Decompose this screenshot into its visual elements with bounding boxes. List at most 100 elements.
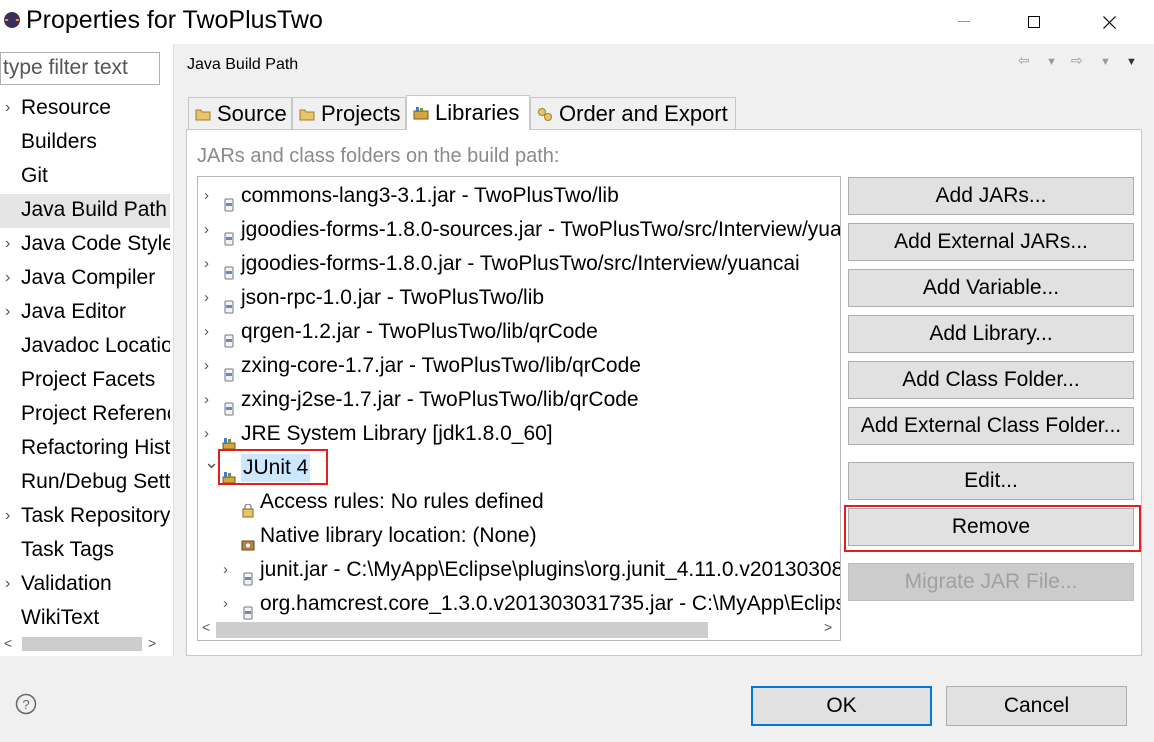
eclipse-app-icon: [4, 12, 20, 28]
chevron-right-icon[interactable]: ›: [5, 500, 15, 532]
nav-item-java-editor[interactable]: › Java Editor: [0, 296, 170, 330]
add-variable-button[interactable]: Add Variable...: [848, 269, 1134, 307]
minimize-icon: [958, 21, 970, 22]
add-external-jars-button[interactable]: Add External JARs...: [848, 223, 1134, 261]
source-folder-icon: [195, 109, 211, 120]
add-library-button[interactable]: Add Library...: [848, 315, 1134, 353]
tree-row[interactable]: › org.hamcrest.core_1.3.0.v201303031735.j…: [198, 587, 840, 621]
nav-item-label: Javadoc Location: [21, 334, 170, 357]
close-button[interactable]: [1086, 0, 1132, 44]
filter-field[interactable]: [0, 52, 160, 85]
forward-arrow-icon[interactable]: ⇨: [1071, 52, 1083, 69]
nav-item-javadoc-location[interactable]: Javadoc Location: [0, 330, 170, 364]
remove-button[interactable]: Remove: [848, 508, 1134, 546]
tab-source[interactable]: Source: [188, 97, 292, 129]
nav-horizontal-scrollbar[interactable]: < >: [0, 633, 173, 655]
tree-row-label: JRE System Library [jdk1.8.0_60]: [241, 422, 553, 445]
nav-item-java-code-style[interactable]: › Java Code Style: [0, 228, 170, 262]
chevron-right-icon[interactable]: ›: [204, 315, 216, 349]
tree-row[interactable]: › JRE System Library [jdk1.8.0_60]: [198, 417, 838, 451]
scroll-right-icon[interactable]: >: [824, 619, 832, 635]
tree-row[interactable]: › zxing-core-1.7.jar - TwoPlusTwo/lib/qrC…: [198, 349, 838, 383]
tree-row[interactable]: › jgoodies-forms-1.8.0-sources.jar - TwoP…: [198, 213, 841, 247]
chevron-right-icon[interactable]: ›: [204, 179, 216, 213]
chevron-right-icon[interactable]: ›: [5, 92, 15, 124]
nav-item-project-facets[interactable]: Project Facets: [0, 364, 170, 398]
scroll-thumb[interactable]: [22, 637, 142, 651]
add-external-class-folder-button[interactable]: Add External Class Folder...: [848, 407, 1134, 445]
help-icon[interactable]: ?: [15, 693, 37, 715]
scroll-right-icon[interactable]: >: [148, 635, 156, 651]
scroll-left-icon[interactable]: <: [202, 619, 210, 635]
nav-item-java-build-path[interactable]: Java Build Path: [0, 194, 170, 228]
scroll-left-icon[interactable]: <: [4, 635, 12, 651]
nav-item-git[interactable]: Git: [0, 160, 170, 194]
tree-row[interactable]: › commons-lang3-3.1.jar - TwoPlusTwo/lib: [198, 179, 838, 213]
access-rules-icon: [241, 495, 255, 518]
view-menu-icon[interactable]: ▼: [1126, 56, 1137, 68]
chevron-right-icon[interactable]: ›: [204, 281, 216, 315]
chevron-right-icon[interactable]: ›: [223, 553, 235, 587]
tree-row[interactable]: Native library location: (None): [198, 519, 838, 553]
tree-row[interactable]: › json-rpc-1.0.jar - TwoPlusTwo/lib: [198, 281, 838, 315]
tree-row-label: jgoodies-forms-1.8.0-sources.jar - TwoPl…: [241, 218, 841, 241]
nav-item-task-repository[interactable]: › Task Repository: [0, 500, 170, 534]
tab-projects[interactable]: Projects: [292, 97, 406, 129]
tree-row-label: commons-lang3-3.1.jar - TwoPlusTwo/lib: [241, 184, 619, 207]
nav-item-validation[interactable]: › Validation: [0, 568, 170, 602]
tab-order-and-export[interactable]: Order and Export: [530, 97, 736, 129]
add-jars-button[interactable]: Add JARs...: [848, 177, 1134, 215]
chevron-right-icon[interactable]: ›: [5, 568, 15, 600]
nav-item-java-compiler[interactable]: › Java Compiler: [0, 262, 170, 296]
tree-row[interactable]: › junit.jar - C:\MyApp\Eclipse\plugins\or…: [198, 553, 840, 587]
nav-item-refactoring-history[interactable]: Refactoring History: [0, 432, 170, 466]
chevron-down-icon[interactable]: ⌄: [204, 445, 219, 479]
library-icon: [222, 427, 236, 450]
add-class-folder-button[interactable]: Add Class Folder...: [848, 361, 1134, 399]
maximize-button[interactable]: [1011, 0, 1057, 44]
nav-item-project-references[interactable]: Project References: [0, 398, 170, 432]
chevron-right-icon[interactable]: ›: [204, 247, 216, 281]
jar-icon: [222, 325, 236, 348]
nav-item-builders[interactable]: Builders: [0, 126, 170, 160]
chevron-right-icon[interactable]: ›: [5, 228, 15, 260]
forward-menu-icon[interactable]: ▼: [1100, 56, 1111, 68]
minimize-button[interactable]: [941, 0, 987, 44]
page-title: Java Build Path: [187, 56, 299, 73]
nav-item-label: Task Repository: [21, 504, 170, 527]
tree-row-label: zxing-core-1.7.jar - TwoPlusTwo/lib/qrCo…: [241, 354, 641, 377]
filter-input[interactable]: [1, 53, 153, 83]
nav-item-label: Project References: [21, 402, 170, 425]
tree-row[interactable]: › jgoodies-forms-1.8.0.jar - TwoPlusTwo/s…: [198, 247, 838, 281]
migrate-jar-button: Migrate JAR File...: [848, 563, 1134, 601]
tree-row[interactable]: ⌄ JUnit 4: [198, 451, 838, 485]
chevron-right-icon[interactable]: ›: [204, 213, 216, 247]
tree-row[interactable]: Access rules: No rules defined: [198, 485, 838, 519]
back-arrow-icon[interactable]: ⇦: [1018, 52, 1030, 69]
tree-row-label: Access rules: No rules defined: [260, 490, 544, 513]
tree-row[interactable]: › zxing-j2se-1.7.jar - TwoPlusTwo/lib/qrC…: [198, 383, 838, 417]
chevron-right-icon[interactable]: ›: [204, 349, 216, 383]
back-menu-icon[interactable]: ▼: [1046, 56, 1057, 68]
tree-scroll-thumb[interactable]: [216, 622, 708, 638]
chevron-right-icon[interactable]: ›: [5, 262, 15, 294]
chevron-right-icon[interactable]: ›: [204, 383, 216, 417]
nav-item-resource[interactable]: › Resource: [0, 92, 170, 126]
chevron-right-icon[interactable]: ›: [5, 296, 15, 328]
edit-button[interactable]: Edit...: [848, 462, 1134, 500]
jar-icon: [241, 597, 255, 620]
maximize-icon: [1028, 16, 1040, 28]
cancel-button[interactable]: Cancel: [946, 686, 1127, 726]
nav-item-label: WikiText: [21, 606, 100, 629]
tab-libraries[interactable]: Libraries: [406, 95, 530, 130]
build-path-tree[interactable]: › commons-lang3-3.1.jar - TwoPlusTwo/lib ›…: [197, 176, 841, 641]
nav-item-run-debug-settings[interactable]: Run/Debug Settings: [0, 466, 170, 500]
tree-row[interactable]: › qrgen-1.2.jar - TwoPlusTwo/lib/qrCode: [198, 315, 838, 349]
ok-button[interactable]: OK: [751, 686, 932, 726]
nav-item-task-tags[interactable]: Task Tags: [0, 534, 170, 568]
projects-icon: [299, 109, 315, 120]
nav-item-label: Run/Debug Settings: [21, 470, 170, 493]
chevron-right-icon[interactable]: ›: [223, 587, 235, 621]
nav-item-wikitext[interactable]: WikiText: [0, 602, 170, 636]
tab-label: Projects: [321, 100, 401, 126]
